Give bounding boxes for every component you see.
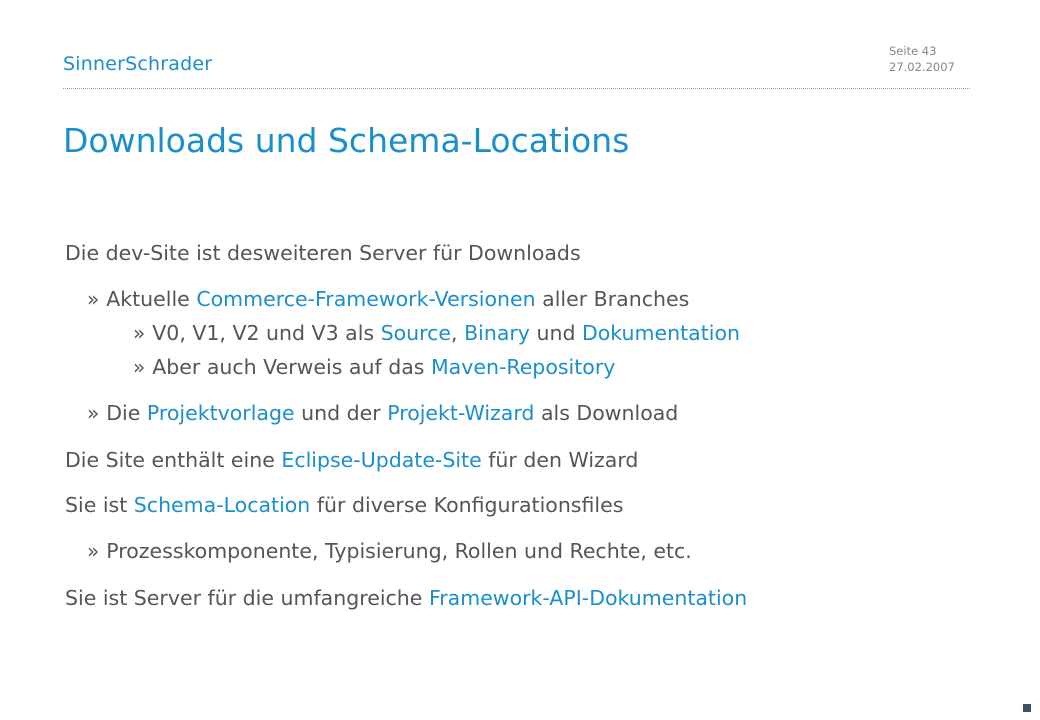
bullet-marker: » xyxy=(133,355,146,379)
bullet-marker: » xyxy=(133,321,146,345)
line-text: Die xyxy=(106,401,147,425)
link-text[interactable]: Schema-Location xyxy=(134,493,311,517)
bullet-line-level-2: » Aktuelle Commerce-Framework-Versionen a… xyxy=(87,287,689,311)
link-text[interactable]: Maven-Repository xyxy=(431,355,615,379)
line-text: , xyxy=(451,321,465,345)
link-text[interactable]: Eclipse-Update-Site xyxy=(281,448,481,472)
bullet-line-level-2: » Prozesskomponente, Typisierung, Rollen … xyxy=(87,539,692,563)
bullet-line-level-1: Die Site enthält eine Eclipse-Update-Sit… xyxy=(65,448,638,472)
page-number: Seite 43 xyxy=(889,44,937,58)
line-text: und xyxy=(529,321,582,345)
link-text[interactable]: Dokumentation xyxy=(582,321,740,345)
bullet-marker: » xyxy=(87,401,100,425)
link-text[interactable]: Source xyxy=(381,321,451,345)
corner-mark xyxy=(1023,704,1031,712)
line-text: Sie ist xyxy=(65,493,134,517)
line-text: für den Wizard xyxy=(481,448,639,472)
line-text: Aber auch Verweis auf das xyxy=(152,355,431,379)
line-text: Die Site enthält eine xyxy=(65,448,282,472)
slide-date: 27.02.2007 xyxy=(889,60,955,74)
line-text: Die dev-Site ist desweiteren Server für … xyxy=(65,241,581,265)
line-text: für diverse Konfigurationsfiles xyxy=(310,493,624,517)
line-text: V0, V1, V2 und V3 als xyxy=(152,321,381,345)
link-text[interactable]: Framework-API-Dokumentation xyxy=(429,586,747,610)
link-text[interactable]: Binary xyxy=(464,321,530,345)
bullet-marker: » xyxy=(87,287,100,311)
slide-title: Downloads und Schema-Locations xyxy=(63,121,630,160)
bullet-line-level-1: Sie ist Schema-Location für diverse Konf… xyxy=(65,493,623,517)
bullet-line-level-1: Sie ist Server für die umfangreiche Fram… xyxy=(65,586,747,610)
company-logo: SinnerSchrader xyxy=(63,53,213,75)
link-text[interactable]: Commerce-Framework-Versionen xyxy=(196,287,535,311)
link-text[interactable]: Projekt-Wizard xyxy=(387,401,534,425)
line-text: und der xyxy=(294,401,388,425)
bullet-line-level-3: » Aber auch Verweis auf das Maven-Reposit… xyxy=(133,355,615,379)
bullet-line-level-2: » Die Projektvorlage und der Projekt-Wiza… xyxy=(87,401,678,425)
bullet-marker: » xyxy=(87,539,100,563)
bullet-line-level-1: Die dev-Site ist desweiteren Server für … xyxy=(65,241,581,265)
bullet-line-level-3: » V0, V1, V2 und V3 als Source, Binary un… xyxy=(133,321,740,345)
line-text: als Download xyxy=(534,401,679,425)
line-text: aller Branches xyxy=(535,287,690,311)
line-text: Aktuelle xyxy=(106,287,197,311)
link-text[interactable]: Projektvorlage xyxy=(147,401,295,425)
line-text: Prozesskomponente, Typisierung, Rollen u… xyxy=(106,539,692,563)
slide-meta: Seite 43 27.02.2007 xyxy=(889,43,955,75)
header-divider xyxy=(63,88,970,89)
line-text: Sie ist Server für die umfangreiche xyxy=(65,586,429,610)
